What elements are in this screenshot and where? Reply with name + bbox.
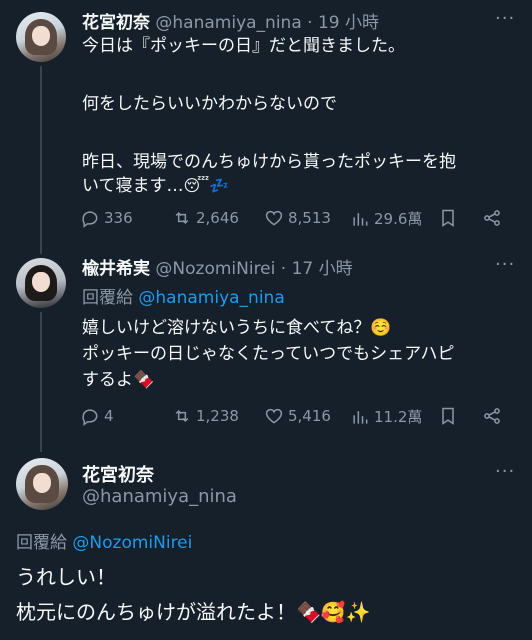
like-button[interactable]: 8,513 [264, 208, 331, 228]
tweet-text: 今日は『ポッキーの日』だと聞きました。 何をしたらいいかわからないので 昨日、現… [82, 34, 456, 198]
retweet-button[interactable]: 2,646 [172, 208, 239, 228]
reply-prefix: 回覆給 [82, 288, 133, 308]
like-count: 8,513 [288, 209, 331, 227]
views-count: 11.2萬 [374, 408, 423, 426]
views-count: 29.6萬 [374, 210, 423, 228]
more-icon[interactable]: ··· [495, 254, 515, 275]
reply-button[interactable]: 4 [80, 406, 114, 426]
text-line: 昨日、現場でのんちゅけから貰ったポッキーを抱 [82, 152, 456, 172]
reply-count: 336 [104, 209, 133, 227]
reply-to-link[interactable]: @NozomiNirei [72, 533, 192, 553]
tweet-text: 嬉しいけど溶けないうちに食べてね？☺️ ポッキーの日じゃなくたっていつでもシェア… [82, 315, 454, 393]
reply-prefix: 回覆給 [16, 533, 67, 553]
tweet-actions: 4 1,238 5,416 11.2萬 [80, 404, 520, 428]
user-handle[interactable]: @hanamiya_nina [82, 486, 237, 507]
display-name[interactable]: 花宮初奈 [82, 461, 154, 487]
display-name[interactable]: 花宮初奈 [82, 13, 150, 33]
share-button[interactable] [482, 208, 502, 228]
thread-line [40, 66, 42, 254]
text-line: 嬉しいけど溶けないうちに食べてね？☺️ [82, 318, 392, 338]
reply-button[interactable]: 336 [80, 208, 133, 228]
like-icon [265, 408, 283, 424]
reply-icon [82, 211, 98, 228]
share-icon [484, 210, 500, 226]
user-handle[interactable]: @hanamiya_nina [155, 13, 301, 33]
retweet-count: 2,646 [196, 209, 239, 227]
bookmark-button[interactable] [438, 406, 458, 426]
separator-dot: · [307, 13, 313, 33]
tweet-header: 楡井希実 @NozomiNirei · 17 小時 [82, 254, 353, 279]
retweet-count: 1,238 [196, 407, 239, 425]
more-icon[interactable]: ··· [495, 461, 515, 482]
text-line-content: いて寝ます… [82, 176, 184, 196]
avatar[interactable] [16, 12, 66, 62]
like-icon [265, 210, 283, 226]
text-line: いて寝ます…😴💤 [82, 174, 456, 198]
text-line: 何をしたらいいかわからないので [82, 94, 337, 114]
tweet-text: うれしい！ 枕元にのんちゅけが溢れたよ！🍫🥰✨ [16, 560, 371, 630]
bookmark-icon [442, 209, 454, 227]
retweet-icon [175, 409, 189, 423]
separator-dot: · [280, 259, 287, 279]
user-handle[interactable]: @NozomiNirei [155, 259, 275, 279]
avatar[interactable] [16, 258, 66, 308]
reply-count: 4 [104, 407, 114, 425]
bookmark-button[interactable] [438, 208, 458, 228]
reply-to-link[interactable]: @hanamiya_nina [138, 288, 284, 308]
tweet-actions: 336 2,646 8,513 29.6萬 [80, 206, 520, 230]
reply-icon [82, 409, 98, 426]
text-line: ポッキーの日じゃなくたっていつでもシェアハピ [82, 344, 455, 364]
retweet-icon [175, 211, 189, 225]
replying-to: 回覆給 @hanamiya_nina [82, 283, 285, 308]
retweet-button[interactable]: 1,238 [172, 406, 239, 426]
share-icon [484, 408, 500, 424]
views-icon [353, 212, 368, 226]
text-line: うれしい！ [16, 565, 116, 589]
views-icon [353, 410, 368, 424]
text-line: 今日は『ポッキーの日』だと聞きました。 [82, 36, 405, 56]
sleepy-emoji-icon: 😴💤 [183, 176, 230, 195]
bookmark-icon [442, 407, 454, 425]
text-line: 枕元にのんちゅけが溢れたよ！🍫🥰✨ [16, 600, 371, 624]
thread-line [40, 312, 42, 452]
text-line: するよ🍫 [82, 370, 155, 390]
more-icon[interactable]: ··· [495, 8, 515, 29]
views-button[interactable]: 11.2萬 [350, 406, 422, 427]
views-button[interactable]: 29.6萬 [350, 208, 422, 229]
avatar[interactable] [16, 458, 68, 510]
share-button[interactable] [482, 406, 502, 426]
tweet-header: 花宮初奈 @hanamiya_nina · 19 小時 [82, 8, 379, 33]
like-count: 5,416 [288, 407, 331, 425]
replying-to: 回覆給 @NozomiNirei [16, 528, 192, 553]
like-button[interactable]: 5,416 [264, 406, 331, 426]
timestamp[interactable]: 17 小時 [292, 259, 353, 279]
display-name[interactable]: 楡井希実 [82, 259, 150, 279]
timestamp[interactable]: 19 小時 [318, 13, 379, 33]
